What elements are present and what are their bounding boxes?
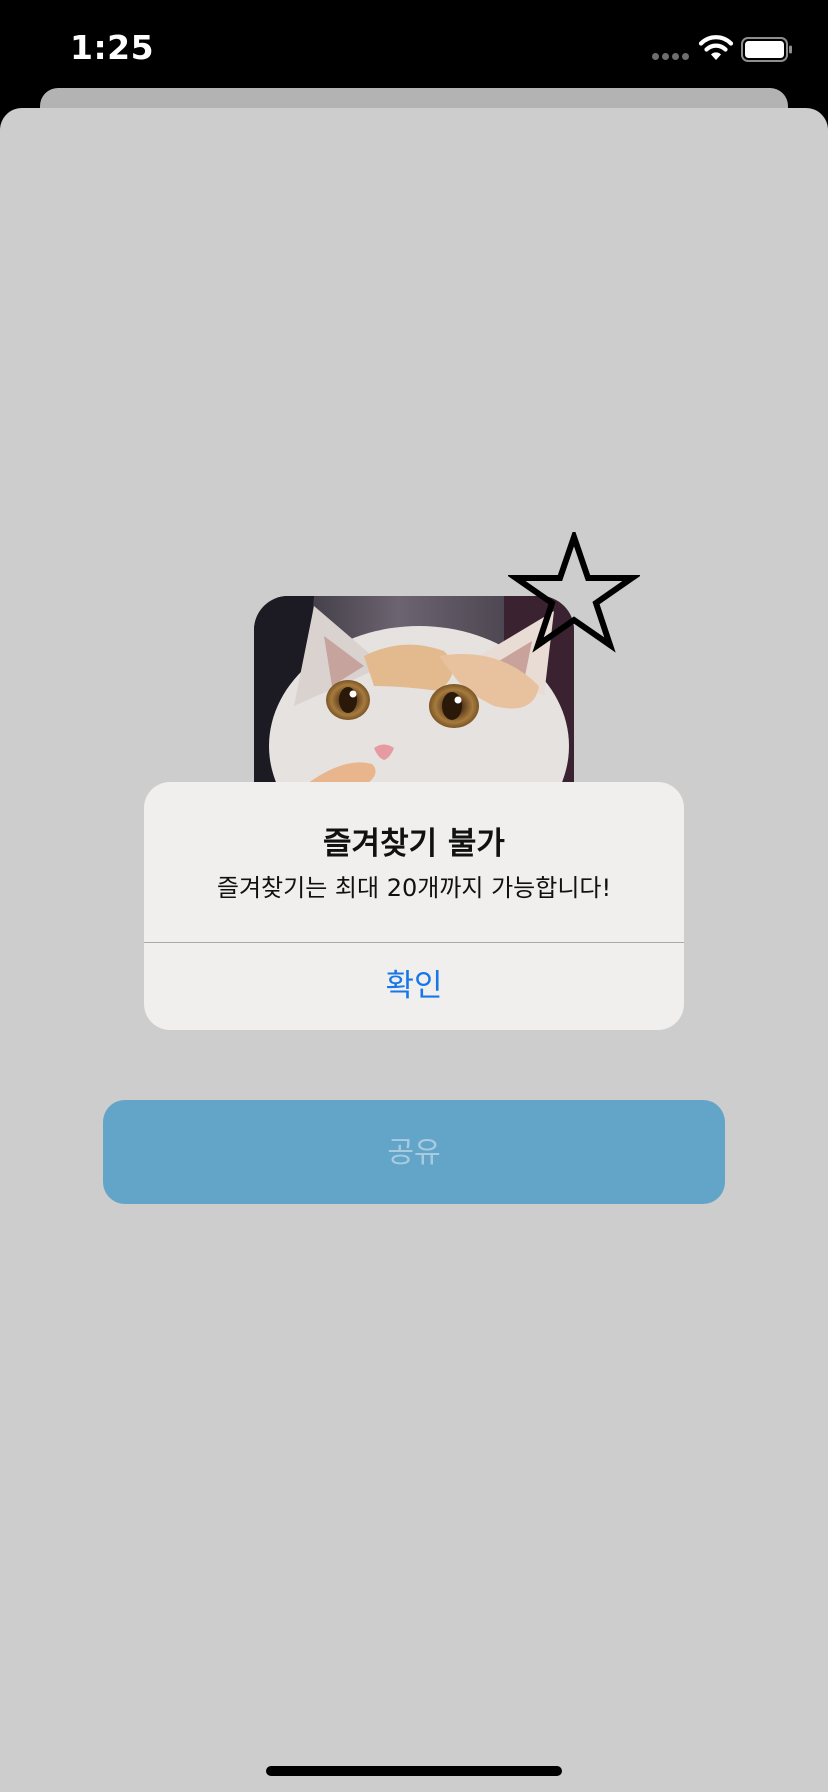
favorite-limit-alert: 즐겨찾기 불가 즐겨찾기는 최대 20개까지 가능합니다! 확인 — [144, 782, 684, 1030]
status-bar: 1:25 — [0, 0, 828, 100]
share-button[interactable]: 공유 — [103, 1100, 725, 1204]
cellular-signal-icon — [652, 53, 692, 61]
wifi-icon — [698, 35, 734, 60]
home-indicator — [266, 1766, 562, 1776]
alert-message: 즐겨찾기는 최대 20개까지 가능합니다! — [216, 874, 612, 902]
alert-title: 즐겨찾기 불가 — [323, 826, 505, 862]
status-time: 1:25 — [70, 28, 155, 67]
alert-confirm-button[interactable]: 확인 — [144, 943, 684, 1030]
battery-icon — [741, 37, 792, 62]
favorite-star-icon[interactable] — [508, 532, 640, 660]
